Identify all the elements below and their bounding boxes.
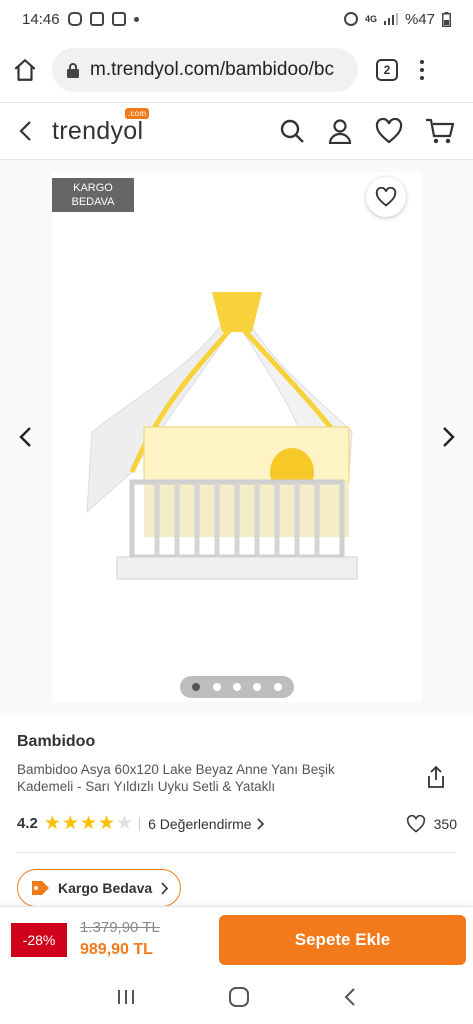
home-icon[interactable] [12, 57, 38, 83]
chevron-right-icon [257, 817, 264, 830]
add-to-cart-button[interactable]: Sepete Ekle [219, 915, 466, 965]
pagination-dot[interactable] [253, 683, 262, 691]
more-notifications-icon [133, 16, 139, 22]
logo-badge: .com [124, 107, 150, 119]
old-price: 1.379,90 TL [80, 919, 160, 936]
tab-switcher-button[interactable]: 2 [376, 59, 398, 81]
recent-apps-icon[interactable] [116, 988, 136, 1006]
app-header: trendyol .com [0, 102, 473, 160]
free-shipping-badge: KARGO BEDAVA [52, 178, 134, 212]
discount-badge: -28% [11, 923, 67, 957]
rating-row: 4.2 ★ ★ ★ ★ ★ 6 Değerlendirme 350 [17, 814, 457, 833]
search-icon[interactable] [279, 118, 305, 144]
browser-toolbar: m.trendyol.com/bambidoo/bc 2 [0, 38, 473, 102]
heart-icon [375, 187, 397, 207]
home-button-icon[interactable] [228, 986, 250, 1008]
free-shipping-label: Kargo Bedava [58, 880, 153, 896]
pagination-dot[interactable] [273, 683, 282, 691]
network-type: 4G [364, 13, 377, 24]
rating-stars: ★ ★ ★ ★ ★ [44, 814, 133, 833]
instagram-icon [67, 12, 82, 26]
battery-level: %47 [404, 10, 435, 28]
notification-icon [111, 12, 126, 26]
divider [17, 852, 456, 853]
crib-illustration [86, 292, 358, 580]
url-text: m.trendyol.com/bambidoo/bc [90, 59, 334, 80]
rating-score: 4.2 [17, 815, 38, 832]
share-icon[interactable] [425, 765, 447, 789]
reviews-label: 6 Değerlendirme [148, 815, 252, 832]
badge-line-1: KARGO [73, 182, 113, 194]
chevron-right-icon [161, 881, 169, 895]
free-shipping-chip[interactable]: Kargo Bedava [17, 869, 182, 907]
current-price: 989,90 TL [80, 941, 153, 958]
badge-line-2: BEDAVA [71, 196, 115, 208]
lock-icon [67, 62, 79, 78]
pagination-dot[interactable] [232, 683, 241, 691]
star-icon: ★ [116, 813, 134, 834]
heart-outline-icon [406, 814, 425, 833]
previous-image-icon[interactable] [18, 426, 34, 448]
status-bar: 14:46 4G %47 [0, 0, 473, 38]
purchase-bar: -28% 1.379,90 TL 989,90 TL Sepete Ekle [0, 906, 473, 970]
product-title: Bambidoo Asya 60x120 Lake Beyaz Anne Yan… [17, 762, 335, 794]
status-time: 14:46 [22, 10, 60, 28]
favorite-count[interactable]: 350 [406, 814, 457, 833]
address-bar[interactable]: m.trendyol.com/bambidoo/bc [52, 48, 358, 92]
battery-icon [442, 11, 451, 27]
account-icon[interactable] [327, 118, 353, 144]
add-favorite-button[interactable] [366, 177, 406, 217]
browser-menu-icon[interactable] [420, 60, 424, 80]
back-button-icon[interactable] [343, 987, 357, 1007]
alarm-icon [343, 12, 358, 26]
divider [139, 816, 141, 831]
star-icon: ★ [98, 813, 116, 834]
cart-icon[interactable] [425, 117, 455, 145]
favorite-count-value: 350 [433, 815, 457, 832]
favorites-icon[interactable] [375, 118, 403, 144]
reviews-link[interactable]: 6 Değerlendirme [148, 816, 264, 832]
product-brand[interactable]: Bambidoo [17, 733, 95, 751]
pagination-dot[interactable] [192, 683, 201, 691]
gallery-pagination[interactable] [180, 676, 294, 698]
next-image-icon[interactable] [440, 426, 456, 448]
notification-icon [89, 12, 104, 26]
pagination-dot[interactable] [212, 683, 221, 691]
signal-icon [383, 13, 398, 25]
trendyol-logo[interactable]: trendyol .com [52, 107, 150, 146]
back-icon[interactable] [18, 120, 34, 142]
star-icon: ★ [79, 813, 97, 834]
tag-icon [32, 881, 49, 895]
logo-text: trendyol [52, 116, 144, 145]
star-icon: ★ [43, 813, 61, 834]
product-gallery[interactable] [0, 160, 473, 715]
product-image[interactable] [52, 172, 422, 702]
system-nav-bar [0, 970, 473, 1024]
star-icon: ★ [61, 813, 79, 834]
